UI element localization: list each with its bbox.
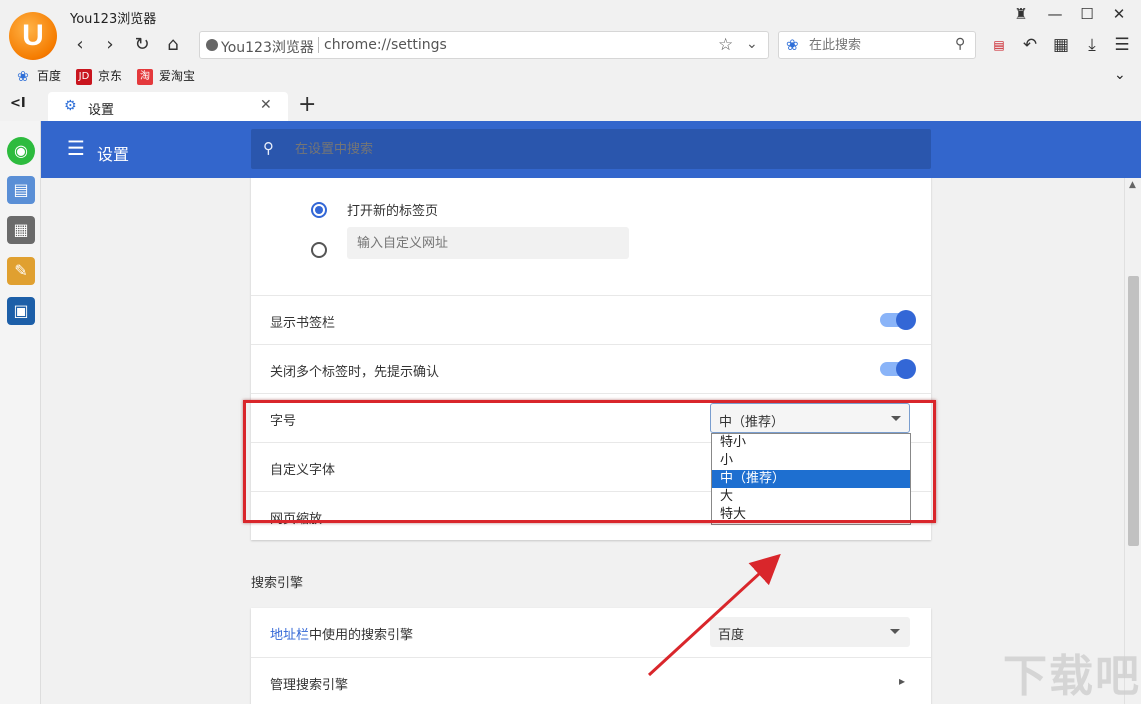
radio-new-tab[interactable]	[311, 202, 327, 218]
radio-custom-url[interactable]	[311, 242, 327, 258]
reload-button[interactable]: ↻	[130, 34, 154, 58]
address-url[interactable]: chrome://settings	[324, 37, 447, 53]
settings-search-input[interactable]	[295, 139, 695, 159]
web-search-box[interactable]: ❀ ⚲	[778, 31, 976, 59]
font-size-label: 字号	[270, 414, 297, 429]
pdf-icon[interactable]: ▤	[987, 34, 1011, 58]
bookmarks-bar: ❀ 百度 JD 京东 淘爱淘宝 ⌄	[0, 64, 1141, 88]
font-size-option[interactable]: 小	[712, 452, 910, 470]
search-engine-section-title: 搜索引擎	[251, 576, 304, 591]
search-engine-label: 地址栏中使用的搜索引擎	[270, 628, 414, 643]
scroll-up-icon[interactable]: ▲	[1129, 180, 1136, 190]
baidu-paw-icon: ❀	[17, 68, 29, 85]
title-bar: U You123浏览器 ♜ — ☐ ✕ ‹ › ↻ ⌂ You123浏览器 ch…	[0, 0, 1141, 64]
row-show-bookmarks: 显示书签栏	[251, 295, 931, 344]
monitor-icon[interactable]: ▣	[7, 297, 35, 325]
chevron-down-icon	[890, 629, 900, 634]
window-title: You123浏览器	[70, 12, 157, 27]
show-bookmarks-label: 显示书签栏	[270, 316, 336, 331]
page-zoom-label: 网页缩放	[270, 512, 323, 527]
row-confirm-close: 关闭多个标签时，先提示确认	[251, 344, 931, 393]
web-search-input[interactable]	[809, 36, 949, 54]
bookmark-baidu[interactable]: ❀ 百度	[15, 67, 61, 85]
address-site-name: You123浏览器	[221, 40, 314, 56]
font-size-dropdown-list: 特小 小 中（推荐） 大 特大	[711, 433, 911, 525]
hamburger-menu-icon[interactable]: ☰	[67, 138, 85, 158]
left-sidebar: ◉ ▤ ▦ ✎ ▣	[0, 121, 41, 704]
search-engine-select[interactable]: 百度	[710, 617, 910, 647]
tab-label: 设置	[88, 103, 115, 118]
settings-header: ☰ 设置 ⚲	[41, 121, 1141, 178]
new-tab-button[interactable]: +	[298, 92, 316, 117]
search-icon: ⚲	[263, 139, 274, 157]
menu-icon[interactable]: ☰	[1110, 34, 1134, 58]
minimize-button[interactable]: —	[1040, 2, 1070, 26]
row-manage-search-engines[interactable]: 管理搜索引擎 ▸	[251, 657, 931, 704]
skin-shirt-icon[interactable]: ♜	[1006, 2, 1036, 26]
manage-search-engines-label: 管理搜索引擎	[270, 678, 349, 693]
font-size-select[interactable]: 中（推荐）	[710, 403, 910, 433]
settings-card-search-engine: 地址栏中使用的搜索引擎 百度 管理搜索引擎 ▸	[251, 608, 931, 704]
custom-fonts-label: 自定义字体	[270, 463, 336, 478]
close-window-button[interactable]: ✕	[1104, 2, 1134, 26]
gear-icon: ⚙	[64, 98, 77, 114]
maximize-button[interactable]: ☐	[1072, 2, 1102, 26]
tab-bar: <I ⚙ 设置 ✕ +	[0, 90, 1141, 121]
bookmarks-overflow-icon[interactable]: ⌄	[1114, 67, 1126, 83]
confirm-close-label: 关闭多个标签时，先提示确认	[270, 365, 440, 380]
forward-button[interactable]: ›	[98, 34, 122, 58]
show-bookmarks-toggle[interactable]	[880, 310, 916, 330]
address-separator	[318, 37, 319, 53]
font-size-value: 中（推荐）	[719, 415, 785, 430]
home-button[interactable]: ⌂	[161, 34, 185, 58]
calculator-icon[interactable]: ▦	[7, 216, 35, 244]
sidebar-toggle-icon[interactable]: <I	[10, 96, 26, 111]
scrollbar-thumb[interactable]	[1128, 276, 1139, 546]
search-engine-value: 百度	[718, 628, 745, 643]
close-tab-icon[interactable]: ✕	[260, 97, 272, 113]
search-icon[interactable]: ⚲	[955, 36, 965, 52]
font-size-option[interactable]: 特小	[712, 434, 910, 452]
download-icon[interactable]: ⤓	[1080, 34, 1104, 58]
chevron-right-icon: ▸	[899, 674, 906, 688]
confirm-close-toggle[interactable]	[880, 359, 916, 379]
taobao-logo-icon: 淘	[137, 68, 153, 85]
paint-icon[interactable]: ✎	[7, 257, 35, 285]
font-size-option[interactable]: 大	[712, 488, 910, 506]
row-search-engine: 地址栏中使用的搜索引擎 百度	[251, 608, 931, 657]
radio-new-tab-label: 打开新的标签页	[347, 204, 439, 219]
site-globe-icon	[206, 39, 218, 51]
tab-settings[interactable]: ⚙ 设置 ✕	[48, 92, 288, 121]
extensions-icon[interactable]: ▦	[1049, 34, 1073, 58]
undo-close-icon[interactable]: ↶	[1018, 34, 1042, 58]
font-size-option[interactable]: 特大	[712, 506, 910, 524]
bookmark-star-icon[interactable]: ☆	[718, 35, 733, 55]
back-button[interactable]: ‹	[68, 34, 92, 58]
address-bar[interactable]: You123浏览器 chrome://settings ☆ ⌄	[199, 31, 769, 59]
vertical-scrollbar[interactable]: ▲	[1124, 178, 1141, 704]
settings-search-bar[interactable]: ⚲	[251, 129, 931, 169]
chevron-down-icon	[891, 416, 901, 421]
settings-content: 打开新的标签页 显示书签栏 关闭多个标签时，先提示确认 字号 中（推荐） 自定义…	[41, 178, 1124, 704]
browser-logo: U	[9, 12, 57, 60]
custom-url-input[interactable]	[347, 227, 629, 259]
bookmark-aitaobao[interactable]: 淘爱淘宝	[137, 67, 195, 85]
notepad-icon[interactable]: ▤	[7, 176, 35, 204]
jd-logo-icon: JD	[76, 68, 92, 85]
baidu-paw-icon: ❀	[786, 36, 799, 54]
address-bar-link[interactable]: 地址栏	[270, 628, 309, 643]
wechat-icon[interactable]: ◉	[7, 137, 35, 165]
settings-title: 设置	[97, 145, 130, 164]
font-size-option-selected[interactable]: 中（推荐）	[712, 470, 910, 488]
bookmark-jd[interactable]: JD 京东	[76, 67, 122, 85]
address-dropdown-icon[interactable]: ⌄	[746, 36, 758, 52]
